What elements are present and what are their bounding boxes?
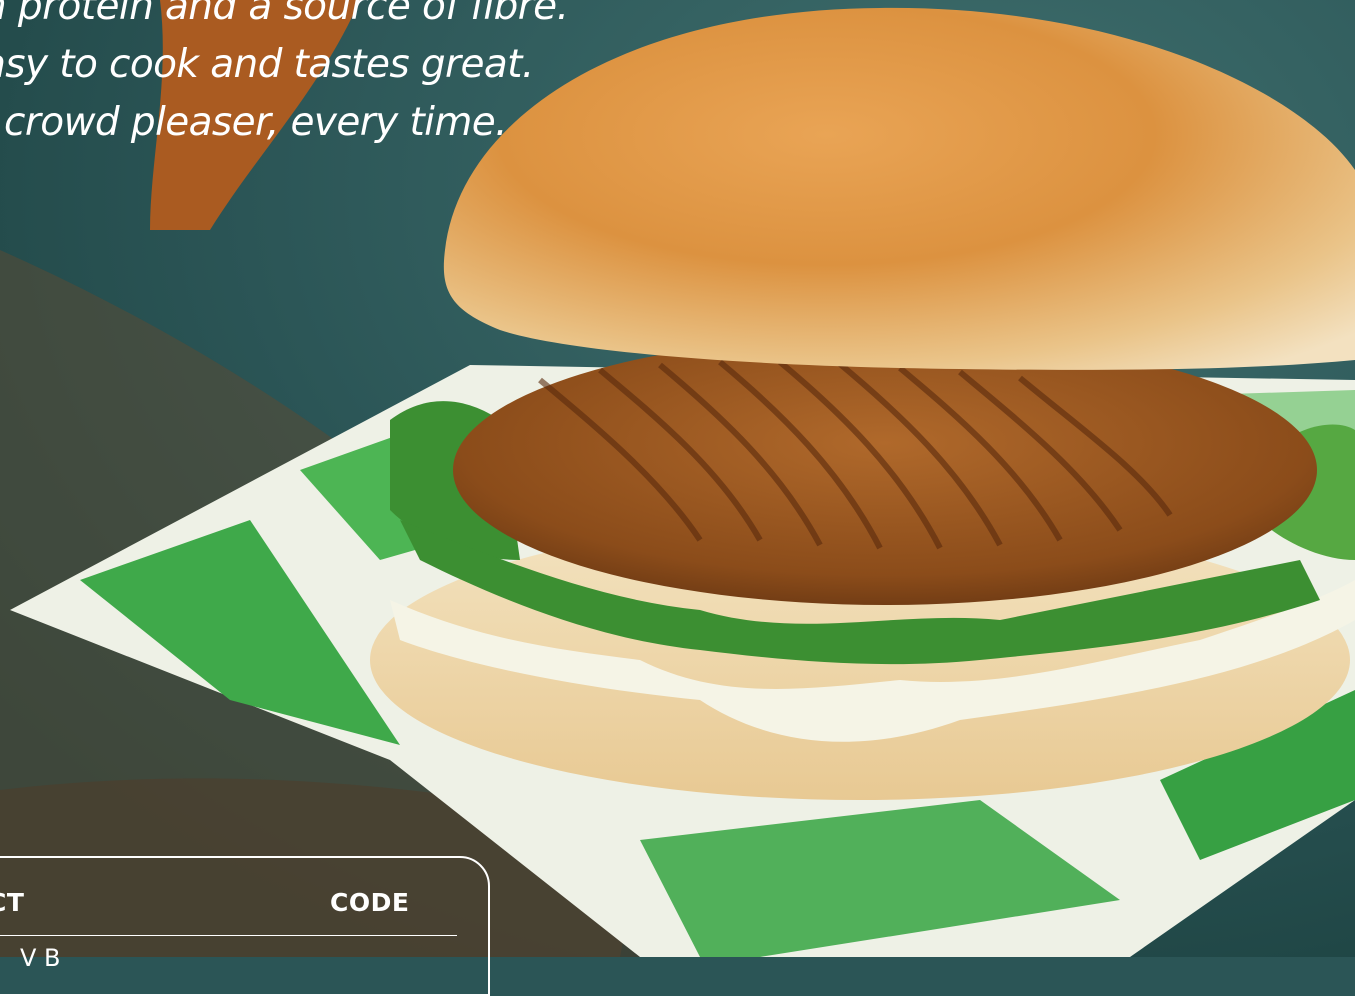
column-header-code: CODE — [330, 888, 410, 917]
tagline-line-2: asy to cook and tastes great. — [0, 42, 534, 87]
column-header-product: CT — [0, 888, 25, 917]
product-table-panel — [0, 856, 490, 996]
hero-tagline: n protein and a source of fibre. asy to … — [0, 0, 569, 152]
table-header-divider — [0, 935, 457, 936]
tagline-line-3: l crowd pleaser, every time. — [0, 100, 508, 145]
tagline-line-1: n protein and a source of fibre. — [0, 0, 569, 29]
patty — [453, 335, 1317, 605]
table-row-partial: V B — [20, 944, 61, 972]
